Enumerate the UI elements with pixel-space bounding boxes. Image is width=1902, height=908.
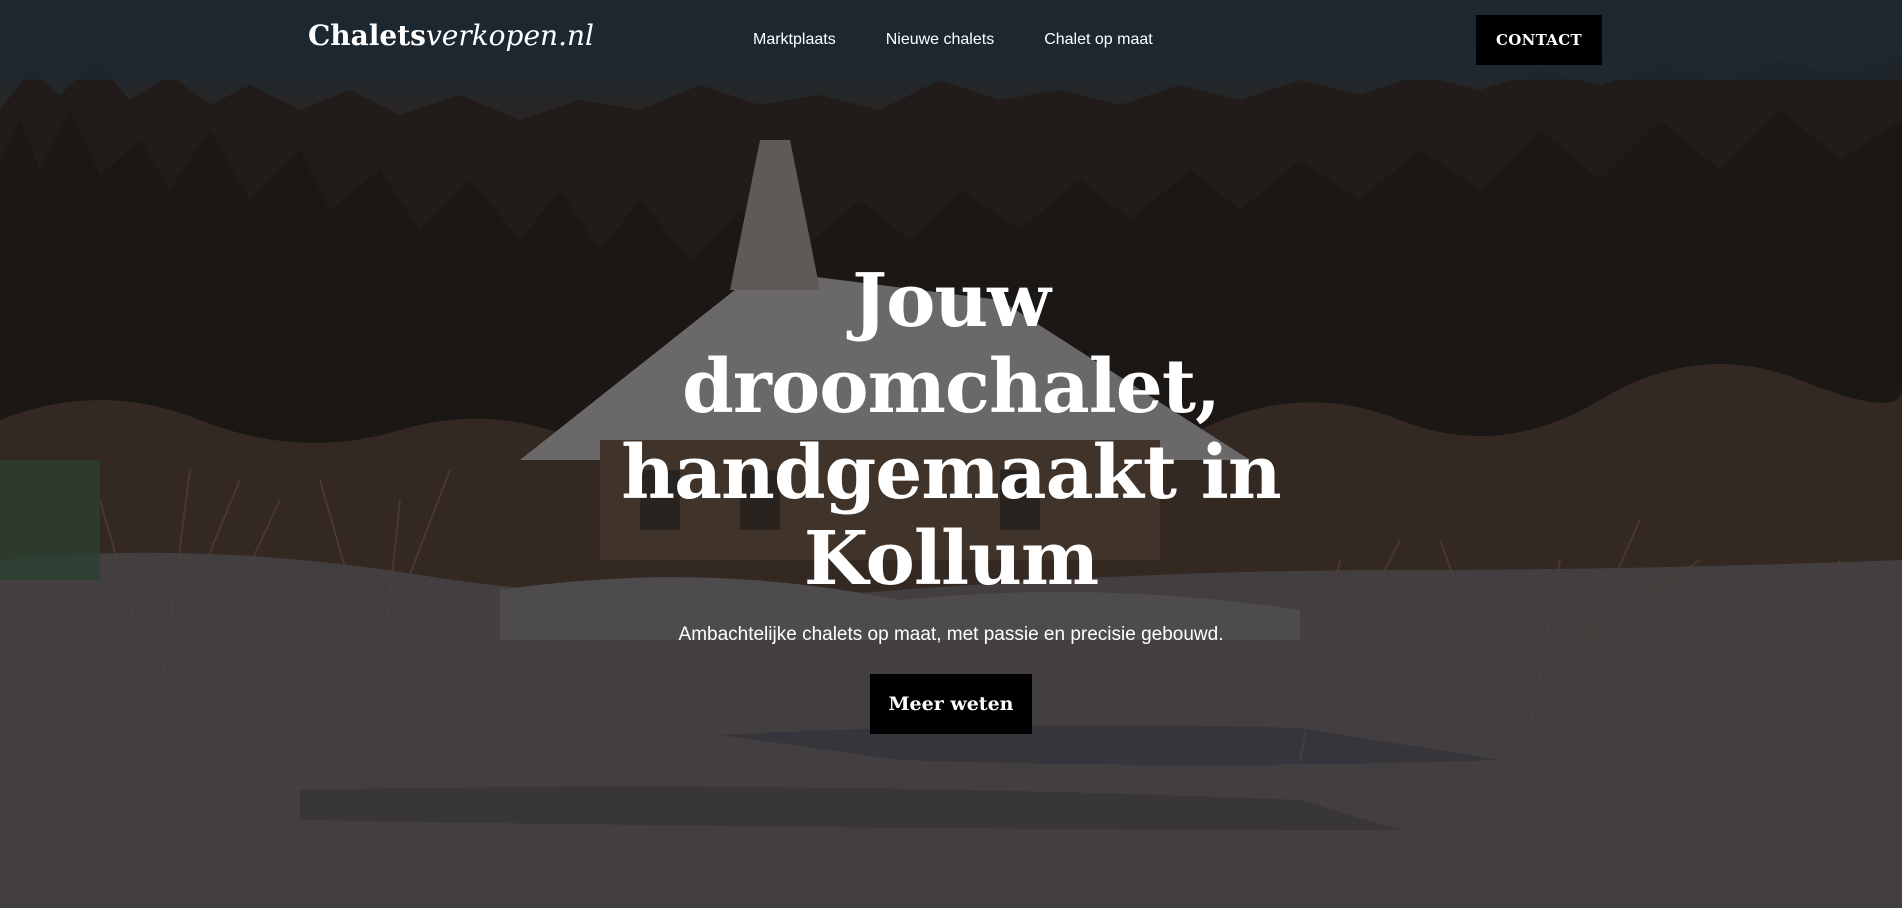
hero-content: Jouw droomchalet, handgemaakt in Kollum … — [0, 258, 1902, 734]
site-header: Chaletsverkopen.nl Marktplaats Nieuwe ch… — [0, 0, 1902, 80]
logo-italic-text: verkopen.nl — [425, 19, 594, 52]
site-logo[interactable]: Chaletsverkopen.nl — [308, 18, 594, 54]
meer-weten-button[interactable]: Meer weten — [870, 674, 1032, 734]
nav-link-nieuwe-chalets[interactable]: Nieuwe chalets — [886, 28, 995, 52]
logo-bold-text: Chalets — [308, 19, 426, 52]
nav-link-marktplaats[interactable]: Marktplaats — [753, 28, 836, 52]
hero-title: Jouw droomchalet, handgemaakt in Kollum — [621, 258, 1281, 602]
hero-subtitle: Ambachtelijke chalets op maat, met passi… — [678, 624, 1224, 645]
main-navigation: Marktplaats Nieuwe chalets Chalet op maa… — [753, 28, 1153, 52]
contact-button[interactable]: CONTACT — [1476, 15, 1602, 65]
hero-section: Chaletsverkopen.nl Marktplaats Nieuwe ch… — [0, 0, 1902, 908]
nav-link-chalet-op-maat[interactable]: Chalet op maat — [1044, 28, 1153, 52]
